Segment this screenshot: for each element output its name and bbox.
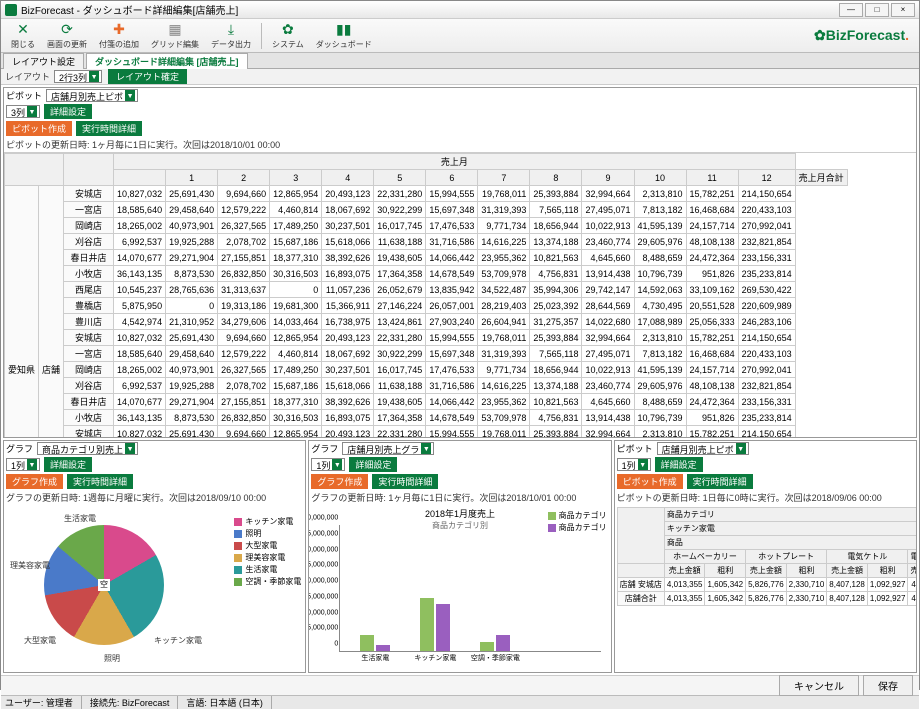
- detail-settings-button[interactable]: 詳細設定: [44, 104, 92, 119]
- ribbon-toolbar: ✕閉じる ⟳画面の更新 ✚付箋の追加 ▦グリッド編集 ⤓データ出力 ✿システム …: [1, 19, 919, 53]
- layout-confirm-button[interactable]: レイアウト確定: [108, 69, 187, 84]
- status-connection: 接続先: BizForecast: [90, 696, 179, 709]
- cancel-button[interactable]: キャンセル: [779, 675, 859, 696]
- graph2-row-select[interactable]: 1列: [311, 458, 345, 471]
- pivot2-create-button[interactable]: ピボット作成: [617, 474, 683, 489]
- graph1-select[interactable]: 商品カテゴリ別売上: [37, 442, 138, 455]
- grid-edit-button[interactable]: ▦グリッド編集: [151, 22, 199, 50]
- save-button[interactable]: 保存: [863, 675, 913, 696]
- layout-bar: レイアウト 2行3列 レイアウト確定: [1, 69, 919, 85]
- tab-detail[interactable]: ダッシュボード詳細編集 [店舗売上]: [86, 53, 248, 69]
- app-icon: [5, 4, 17, 16]
- graph2-create-button[interactable]: グラフ作成: [311, 474, 368, 489]
- pivot2-timing-button[interactable]: 実行時間詳細: [687, 474, 753, 489]
- pivot-panel-small: ピボット店舗月別売上ピボ 1列詳細設定 ピボット作成実行時間詳細 ピボットの更新…: [614, 440, 917, 673]
- chart-panel-bar: グラフ店舗月別売上グラ 1列詳細設定 グラフ作成実行時間詳細 グラフの更新日時:…: [308, 440, 611, 673]
- graph1-create-button[interactable]: グラフ作成: [6, 474, 63, 489]
- pivot-create-button[interactable]: ピボット作成: [6, 121, 72, 136]
- pivot-panel-main: ピボット 店舗月別売上ピボ 3列 詳細設定 ピボット作成 実行時間詳細 ピボット…: [3, 87, 917, 438]
- timing-detail-button[interactable]: 実行時間詳細: [76, 121, 142, 136]
- layout-select[interactable]: 2行3列: [54, 70, 102, 83]
- graph2-detail-button[interactable]: 詳細設定: [349, 457, 397, 472]
- bar-chart: 05,000,00010,000,00015,000,00020,000,000…: [339, 525, 600, 652]
- pivot-table: 売上月123456789101112売上月合計愛知県店舗安城店10,827,03…: [4, 153, 848, 437]
- pivot-rows-select[interactable]: 3列: [6, 105, 40, 118]
- add-note-button[interactable]: ✚付箋の追加: [99, 22, 139, 50]
- pivot-table-scroll[interactable]: 売上月123456789101112売上月合計愛知県店舗安城店10,827,03…: [4, 152, 916, 437]
- graph1-timing-button[interactable]: 実行時間詳細: [67, 474, 133, 489]
- export-button[interactable]: ⤓データ出力: [211, 22, 251, 50]
- chart-panel-pie: グラフ商品カテゴリ別売上 1列詳細設定 グラフ作成実行時間詳細 グラフの更新日時…: [3, 440, 306, 673]
- refresh-button[interactable]: ⟳画面の更新: [47, 22, 87, 50]
- close-button[interactable]: ×: [891, 3, 915, 17]
- layout-label: レイアウト: [5, 70, 50, 83]
- pivot2-detail-button[interactable]: 詳細設定: [655, 457, 703, 472]
- graph2-timing-button[interactable]: 実行時間詳細: [372, 474, 438, 489]
- pivot2-select[interactable]: 店舗月別売上ピボ: [657, 442, 749, 455]
- maximize-button[interactable]: □: [865, 3, 889, 17]
- graph2-select[interactable]: 店舗月別売上グラ: [342, 442, 434, 455]
- window-titlebar: BizForecast - ダッシュボード詳細編集[店舗売上] — □ ×: [1, 1, 919, 19]
- minimize-button[interactable]: —: [839, 3, 863, 17]
- pivot-status: ピボットの更新日時: 1ヶ月毎に1日に実行。次回は2018/10/01 00:0…: [4, 137, 916, 152]
- status-user: ユーザー: 管理者: [5, 696, 82, 709]
- status-bar: ユーザー: 管理者 接続先: BizForecast 言語: 日本語 (日本): [1, 695, 919, 709]
- brand-logo: ✿BizForecast.: [814, 27, 909, 44]
- small-pivot-table: 商品カテゴリキッチン家電商品ホームベーカリーホットプレート電気ケトル電気ポッ売上…: [617, 507, 916, 606]
- pie-legend: キッチン家電照明大型家電理美容家電生活家電空調・季節家電: [234, 515, 301, 588]
- tab-layout[interactable]: レイアウト設定: [3, 53, 84, 69]
- footer-bar: キャンセル 保存: [1, 675, 919, 695]
- pivot2-row-select[interactable]: 1列: [617, 458, 651, 471]
- status-language: 言語: 日本語 (日本): [186, 696, 272, 709]
- graph1-row-select[interactable]: 1列: [6, 458, 40, 471]
- document-tabs: レイアウト設定 ダッシュボード詳細編集 [店舗売上]: [1, 53, 919, 69]
- pivot-select[interactable]: 店舗月別売上ピボ: [46, 89, 138, 102]
- window-title: BizForecast - ダッシュボード詳細編集[店舗売上]: [21, 2, 837, 17]
- system-button[interactable]: ✿システム: [272, 22, 304, 50]
- graph1-detail-button[interactable]: 詳細設定: [44, 457, 92, 472]
- close-tab-button[interactable]: ✕閉じる: [11, 22, 35, 50]
- dashboard-button[interactable]: ▮▮ダッシュボード: [316, 22, 372, 50]
